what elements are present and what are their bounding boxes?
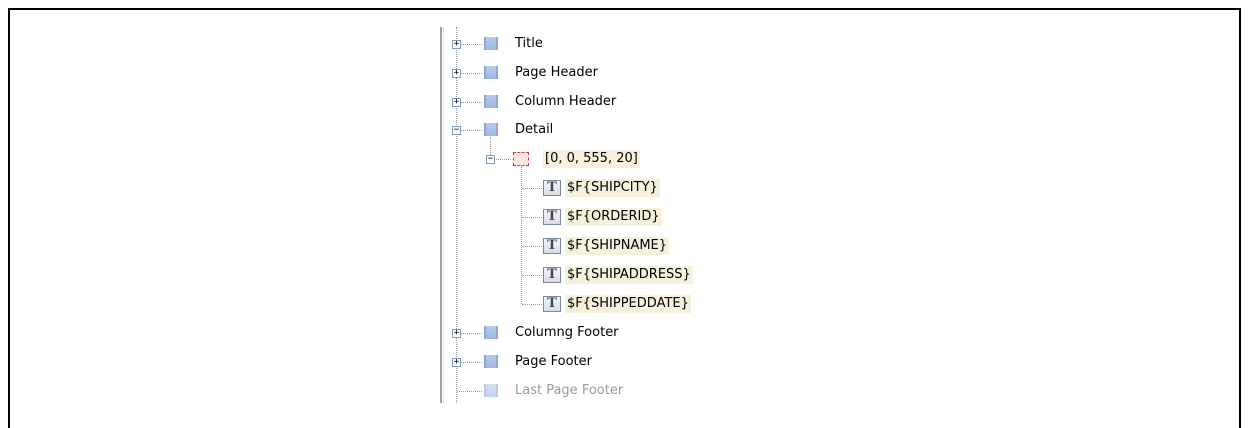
text-field-icon: T bbox=[543, 238, 561, 254]
tree-connector bbox=[522, 188, 542, 189]
band-icon bbox=[484, 384, 498, 397]
band-icon bbox=[484, 326, 498, 339]
tree-connector bbox=[522, 275, 542, 276]
tree-node-label: Columng Footer bbox=[515, 325, 619, 340]
tree-connector bbox=[522, 217, 542, 218]
band-icon bbox=[484, 123, 498, 136]
tree-node-label: Page Header bbox=[515, 65, 598, 80]
text-field-icon: T bbox=[543, 296, 561, 312]
tree-node-label: $F{SHIPPEDDATE} bbox=[565, 295, 691, 313]
band-icon bbox=[484, 355, 498, 368]
tree-connector bbox=[457, 391, 482, 392]
band-icon bbox=[484, 37, 498, 50]
tree-node-label: Page Footer bbox=[515, 354, 592, 369]
minus-expander-icon[interactable]: − bbox=[486, 155, 495, 164]
plus-expander-icon[interactable]: + bbox=[452, 329, 461, 338]
band-icon bbox=[484, 95, 498, 108]
tree-node-label: $F{ORDERID} bbox=[565, 208, 662, 226]
tree-node-label: $F{SHIPNAME} bbox=[565, 237, 670, 255]
panel-divider-highlight bbox=[443, 27, 444, 403]
panel-divider bbox=[440, 27, 442, 403]
tree-node-label: $F{SHIPCITY} bbox=[565, 179, 660, 197]
tree-node-label: Last Page Footer bbox=[515, 383, 624, 398]
tree-node-label: Detail bbox=[515, 122, 554, 137]
frame-element-icon bbox=[513, 152, 529, 166]
tree-connector bbox=[522, 246, 542, 247]
tree-guide-line bbox=[456, 27, 457, 403]
tree-node-label: Column Header bbox=[515, 94, 617, 109]
text-field-icon: T bbox=[543, 180, 561, 196]
tree-node-label: $F{SHIPADDRESS} bbox=[565, 266, 693, 284]
tree-node-label: [0, 0, 555, 20] bbox=[543, 150, 640, 168]
tree-node-label: Title bbox=[515, 36, 543, 51]
text-field-icon: T bbox=[543, 267, 561, 283]
minus-expander-icon[interactable]: − bbox=[452, 126, 461, 135]
plus-expander-icon[interactable]: + bbox=[452, 40, 461, 49]
band-icon bbox=[484, 66, 498, 79]
text-field-icon: T bbox=[543, 209, 561, 225]
plus-expander-icon[interactable]: + bbox=[452, 98, 461, 107]
tree-guide-line bbox=[521, 166, 522, 304]
plus-expander-icon[interactable]: + bbox=[452, 358, 461, 367]
plus-expander-icon[interactable]: + bbox=[452, 69, 461, 78]
tree-connector bbox=[522, 304, 542, 305]
